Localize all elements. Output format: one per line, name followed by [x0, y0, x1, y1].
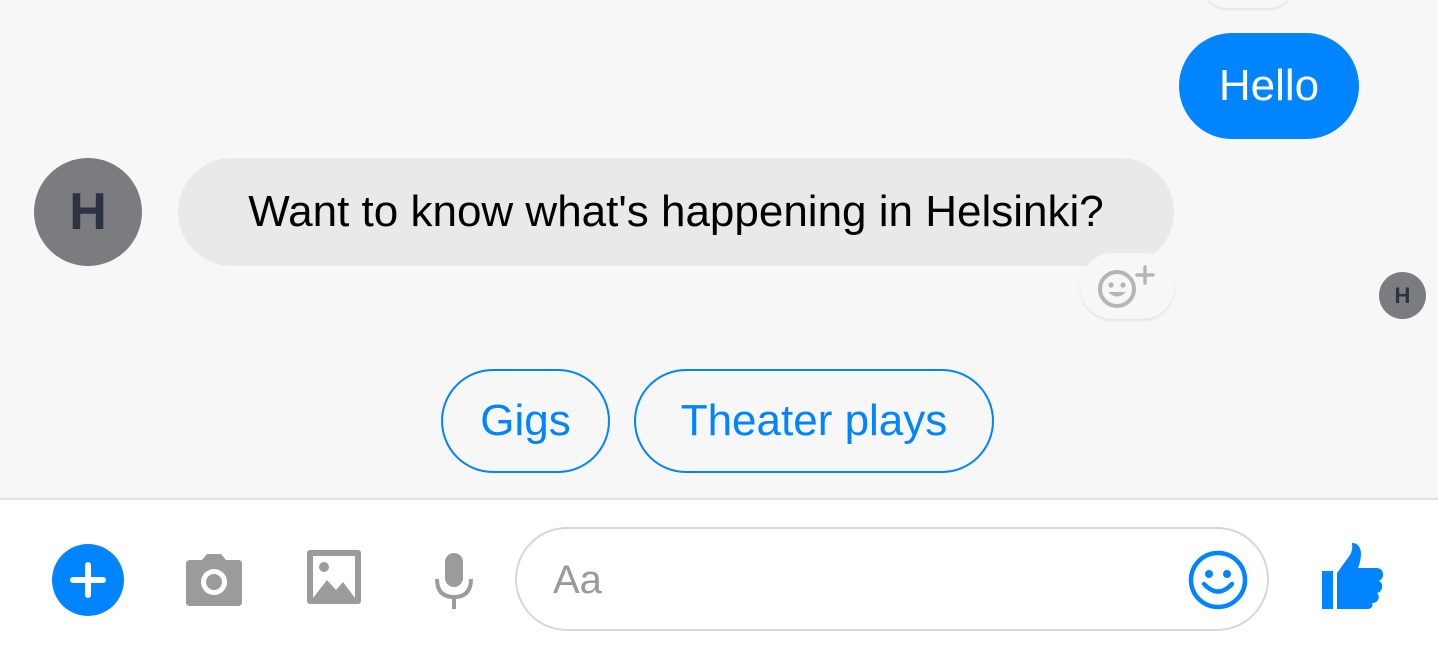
message-list: Hello H Want to know what's happening in…: [0, 0, 1438, 498]
like-button[interactable]: [1318, 540, 1388, 612]
quick-reply-gigs[interactable]: Gigs: [441, 369, 610, 473]
plus-icon: [70, 562, 106, 598]
incoming-message-bubble[interactable]: Want to know what's happening in Helsink…: [178, 158, 1174, 266]
message-input-container: [515, 527, 1269, 631]
camera-button[interactable]: [180, 546, 248, 614]
microphone-icon: [435, 553, 473, 609]
message-composer: [0, 498, 1438, 655]
message-input[interactable]: [551, 549, 1155, 611]
add-reaction-button[interactable]: [1080, 253, 1175, 319]
sender-avatar[interactable]: H: [34, 158, 142, 266]
seen-avatar-initial: H: [1394, 282, 1411, 308]
previous-reaction-button[interactable]: [1206, 0, 1290, 8]
quick-reply-label: Theater plays: [680, 396, 948, 445]
quick-reply-theater-plays[interactable]: Theater plays: [634, 369, 994, 473]
sender-avatar-initial: H: [69, 183, 107, 241]
camera-icon: [186, 554, 242, 606]
quick-reply-label: Gigs: [480, 396, 571, 445]
seen-receipt-avatar: H: [1379, 272, 1426, 319]
smiley-icon: [1188, 550, 1248, 610]
incoming-message-text: Want to know what's happening in Helsink…: [248, 187, 1104, 236]
outgoing-message-text: Hello: [1218, 61, 1320, 110]
voice-button[interactable]: [428, 550, 480, 614]
thumbs-up-icon: [1322, 543, 1383, 609]
emoji-button[interactable]: [1187, 549, 1249, 611]
gallery-button[interactable]: [303, 546, 365, 608]
add-reaction-icon: [1097, 265, 1155, 308]
image-icon: [307, 550, 361, 604]
add-button[interactable]: [52, 544, 124, 616]
outgoing-message-bubble[interactable]: Hello: [1179, 33, 1359, 139]
